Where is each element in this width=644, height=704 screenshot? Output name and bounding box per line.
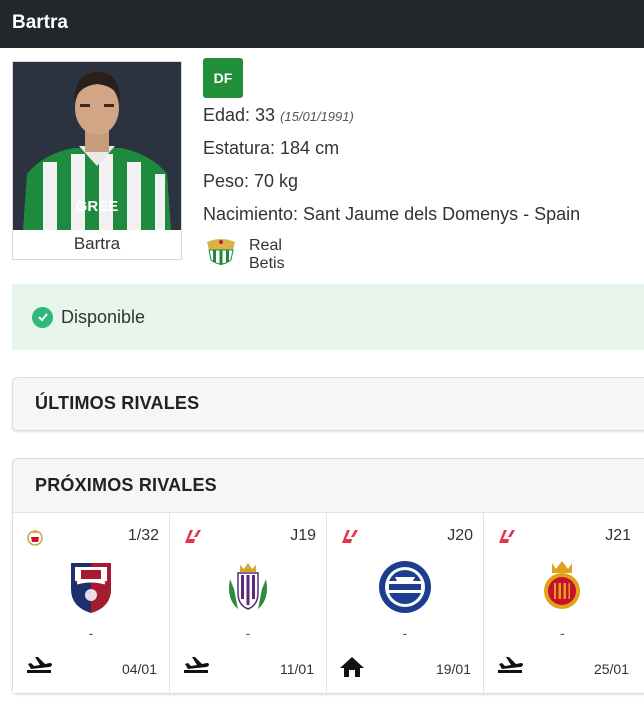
home-icon [339,655,365,684]
match-score: - [402,625,408,641]
page-title: Bartra [12,12,68,33]
last-rivals-title: ÚLTIMOS RIVALES [35,393,200,413]
matches-row: 1/32 - 04/01 J19 - 11/01 J20 - 19/01 J21… [13,512,644,694]
match-date: 25/01 [593,661,629,677]
next-rivals-panel: PRÓXIMOS RIVALES 1/32 - 04/01 J19 - 11/0… [12,458,644,694]
check-circle-icon [32,306,53,328]
laliga-icon [182,527,202,552]
team-link[interactable]: Real Betis [203,236,285,273]
match-card[interactable]: 1/32 - 04/01 [13,513,170,694]
team-name: Real Betis [249,236,285,272]
player-photo-name: Bartra [73,234,121,253]
match-date: 11/01 [280,661,314,677]
match-card[interactable]: J19 - 11/01 [170,513,327,694]
match-score: - [560,625,565,641]
match-round: 1/32 [127,527,159,544]
next-rivals-title: PRÓXIMOS RIVALES [35,475,217,495]
huesca-crest-icon [67,559,115,620]
alaves-crest-icon [377,559,433,620]
match-date: 04/01 [121,661,157,677]
shirt-sponsor-text: GREE [76,198,119,215]
plane-icon [496,655,524,682]
age-line: Edad: 33 (15/01/1991) [203,105,354,126]
birthdate: (15/01/1991) [280,109,354,124]
match-round: J20 [447,527,473,544]
copa-del-rey-icon [25,527,45,552]
status-label: Disponible [61,306,146,327]
plane-icon [25,655,53,682]
match-score: - [245,625,251,641]
match-date: 19/01 [435,661,471,677]
availability-status: Disponible [12,284,644,350]
weight-line: Peso: 70 kg [203,171,299,191]
valladolid-crest-icon [224,559,272,620]
real-betis-crest-icon [203,236,239,273]
height-line: Estatura: 184 cm [203,138,340,158]
laliga-icon [339,527,359,552]
match-card[interactable]: J20 - 19/01 [327,513,484,694]
position-badge: DF [203,58,243,98]
match-round: J21 [605,527,631,544]
last-rivals-panel[interactable]: ÚLTIMOS RIVALES [12,377,644,431]
match-score: - [88,625,94,641]
birthplace-line: Nacimiento: Sant Jaume dels Domenys - Sp… [203,204,581,224]
match-round: J19 [290,527,316,544]
page-header: Bartra [0,0,644,48]
mallorca-crest-icon [538,559,586,620]
plane-icon [182,655,210,682]
age-label: Edad: 33 [203,105,276,125]
match-card[interactable]: J21 - 25/01 [484,513,644,694]
laliga-icon [496,527,516,552]
player-photo-card: GREE Bartra [12,61,182,260]
player-photo: GREE [13,62,181,230]
